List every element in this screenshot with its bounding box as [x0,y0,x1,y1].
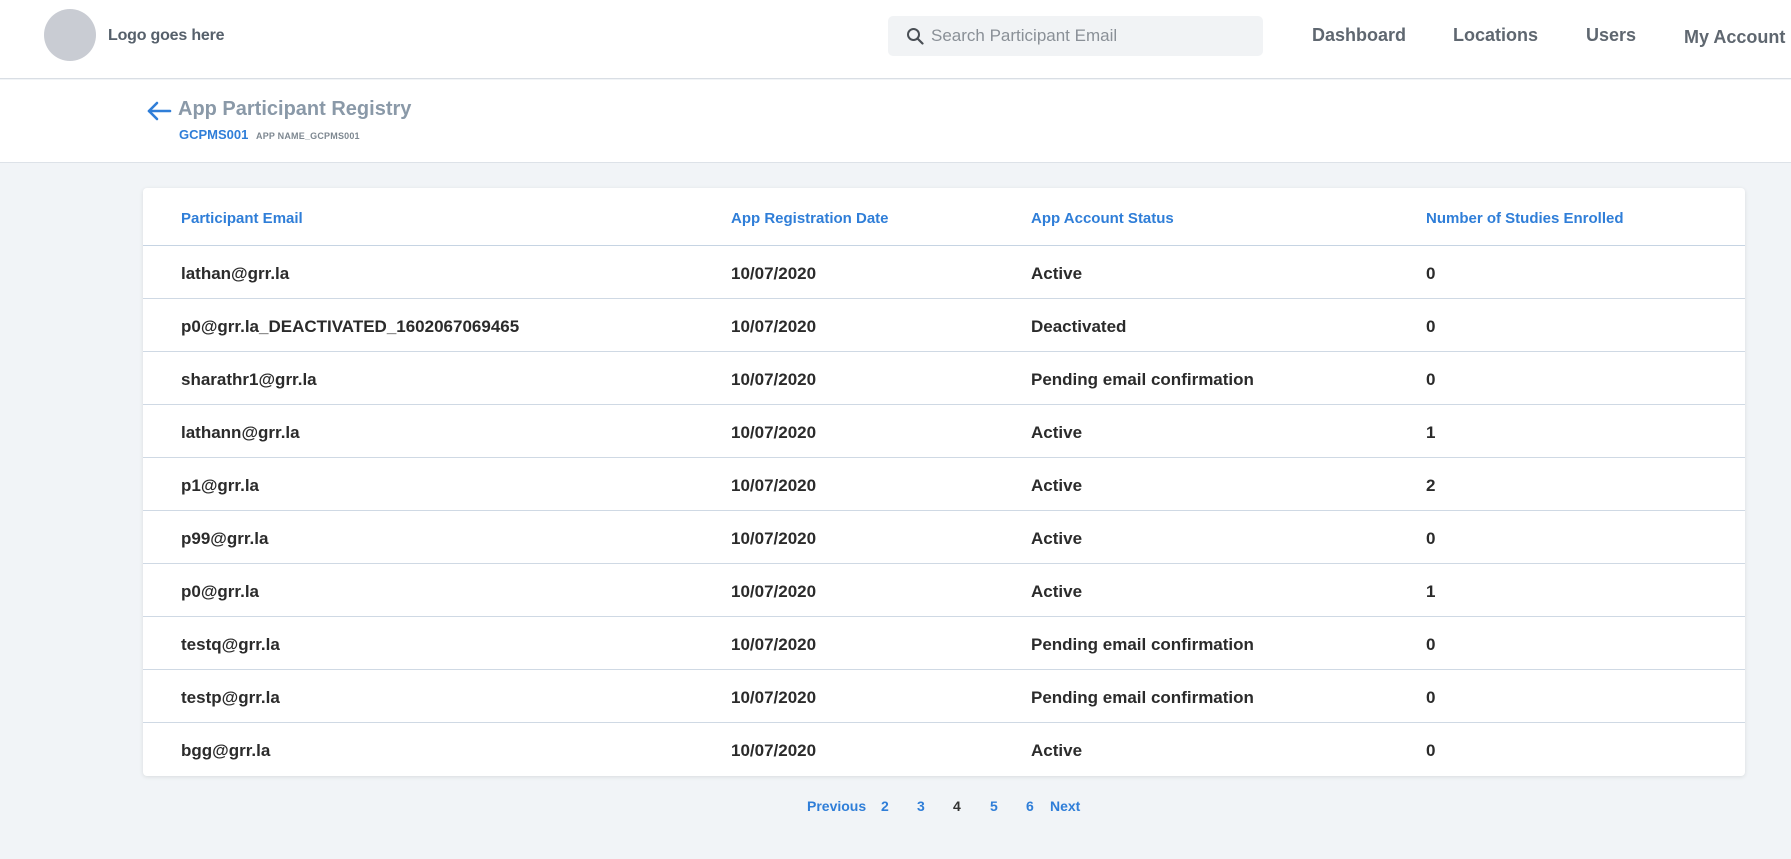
table-row[interactable]: bgg@grr.la 10/07/2020 Active 0 [143,723,1745,776]
pagination-page-5[interactable]: 5 [990,798,998,814]
cell-date: 10/07/2020 [731,741,817,760]
cell-date: 10/07/2020 [731,688,817,707]
cell-studies: 0 [1426,741,1436,760]
cell-date: 10/07/2020 [731,317,817,336]
table-row[interactable]: testq@grr.la 10/07/2020 Pending email co… [143,617,1745,670]
top-navbar: Logo goes here Dashboard Locations Users… [0,0,1791,79]
cell-date: 10/07/2020 [731,476,817,495]
cell-date: 10/07/2020 [731,582,817,601]
cell-studies: 0 [1426,529,1436,548]
table-row[interactable]: p99@grr.la 10/07/2020 Active 0 [143,511,1745,564]
cell-date: 10/07/2020 [731,423,817,442]
cell-status: Active [1031,741,1083,760]
cell-status: Active [1031,582,1083,601]
search-box [888,16,1263,56]
table-row[interactable]: testp@grr.la 10/07/2020 Pending email co… [143,670,1745,723]
cell-studies: 1 [1426,423,1436,442]
column-header-email[interactable]: Participant Email [181,210,303,227]
cell-studies: 0 [1426,370,1436,389]
cell-status: Pending email confirmation [1031,635,1254,654]
nav-dashboard[interactable]: Dashboard [1312,25,1406,46]
pagination-next[interactable]: Next [1050,798,1080,814]
cell-status: Active [1031,264,1083,283]
column-header-studies-enrolled[interactable]: Number of Studies Enrolled [1426,210,1624,227]
cell-studies: 0 [1426,264,1436,283]
cell-status: Active [1031,529,1083,548]
table-row[interactable]: p0@grr.la_DEACTIVATED_1602067069465 10/0… [143,299,1745,352]
pagination-page-3[interactable]: 3 [917,798,925,814]
nav-my-account[interactable]: My Account [1684,27,1785,48]
page-header [0,80,1791,163]
back-arrow-icon[interactable] [146,100,172,122]
cell-status: Deactivated [1031,317,1127,336]
cell-email: testq@grr.la [181,635,280,654]
cell-date: 10/07/2020 [731,635,817,654]
cell-status: Active [1031,476,1083,495]
cell-studies: 0 [1426,635,1436,654]
pagination-page-2[interactable]: 2 [881,798,889,814]
cell-email: sharathr1@grr.la [181,370,317,389]
table-row[interactable]: sharathr1@grr.la 10/07/2020 Pending emai… [143,352,1745,405]
logo-text: Logo goes here [108,27,225,44]
cell-date: 10/07/2020 [731,264,817,283]
column-header-registration-date[interactable]: App Registration Date [731,210,889,227]
cell-studies: 0 [1426,688,1436,707]
app-id: GCPMS001 [179,127,249,142]
cell-email: p1@grr.la [181,476,259,495]
table-row[interactable]: lathan@grr.la 10/07/2020 Active 0 [143,246,1745,299]
cell-email: testp@grr.la [181,688,280,707]
cell-status: Pending email confirmation [1031,688,1254,707]
table-row[interactable]: lathann@grr.la 10/07/2020 Active 1 [143,405,1745,458]
cell-email: p99@grr.la [181,529,269,548]
cell-date: 10/07/2020 [731,529,817,548]
pagination-page-6[interactable]: 6 [1026,798,1034,814]
search-icon [907,28,924,45]
cell-email: bgg@grr.la [181,741,271,760]
app-name: APP NAME_GCPMS001 [256,131,360,141]
nav-users[interactable]: Users [1586,25,1636,46]
page-title: App Participant Registry [178,98,412,120]
logo-icon [44,9,96,61]
table-row[interactable]: p0@grr.la 10/07/2020 Active 1 [143,564,1745,617]
pagination-page-4-current: 4 [953,798,961,814]
cell-studies: 0 [1426,317,1436,336]
cell-date: 10/07/2020 [731,370,817,389]
cell-email: lathan@grr.la [181,264,290,283]
search-input[interactable] [931,16,1251,56]
table-header: Participant Email App Registration Date … [143,188,1745,246]
cell-email: p0@grr.la [181,582,259,601]
cell-email: lathann@grr.la [181,423,300,442]
participants-table: Participant Email App Registration Date … [143,188,1745,776]
cell-studies: 2 [1426,476,1436,495]
table-row[interactable]: p1@grr.la 10/07/2020 Active 2 [143,458,1745,511]
nav-locations[interactable]: Locations [1453,25,1538,46]
pagination: Previous 2 3 4 5 6 Next [0,798,1791,818]
pagination-previous[interactable]: Previous [807,798,866,814]
column-header-account-status[interactable]: App Account Status [1031,210,1174,227]
cell-status: Pending email confirmation [1031,370,1254,389]
cell-studies: 1 [1426,582,1436,601]
cell-status: Active [1031,423,1083,442]
cell-email: p0@grr.la_DEACTIVATED_1602067069465 [181,317,520,336]
